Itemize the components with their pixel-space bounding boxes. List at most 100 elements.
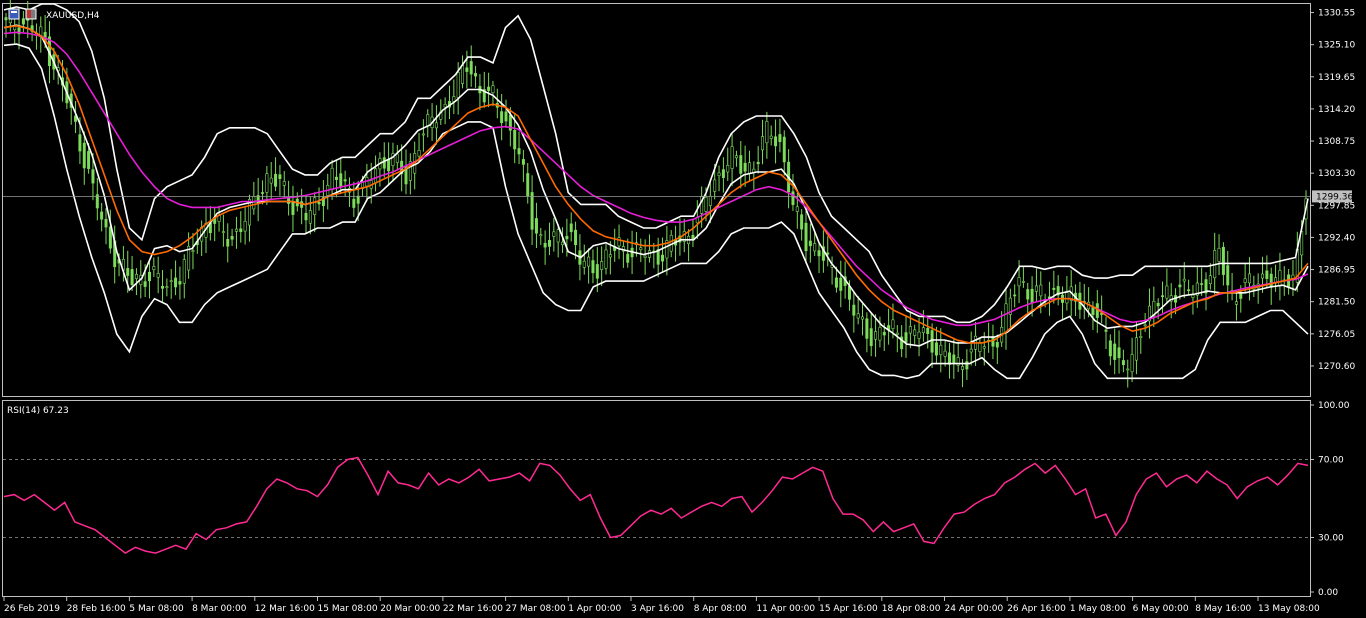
candle-body: [713, 179, 717, 192]
candle-body: [891, 319, 895, 329]
candle-body: [491, 85, 495, 94]
candle-body: [839, 277, 843, 291]
time-tick-label: 15 Mar 08:00: [318, 604, 378, 614]
candle-body: [500, 111, 504, 124]
candle-body: [143, 281, 147, 287]
candle-body: [747, 162, 751, 174]
candle-body: [961, 366, 965, 370]
candle-body: [130, 269, 134, 285]
candle-body: [226, 239, 230, 247]
candle-body: [943, 350, 947, 357]
candle-body: [147, 271, 151, 282]
candle-body: [1039, 284, 1043, 297]
candle-body: [543, 242, 547, 248]
candle-body: [817, 250, 821, 257]
candle-body: [517, 148, 521, 155]
candle-body: [1269, 273, 1273, 288]
candle-body: [261, 192, 265, 194]
candle-body: [878, 327, 882, 341]
candle-body: [456, 72, 460, 98]
candle-body: [1021, 281, 1025, 283]
candle-body: [743, 162, 747, 172]
trading-chart[interactable]: 1330.55 1325.10 1319.65 1314.20 1308.75 1303.…: [0, 0, 1366, 618]
candle-body: [152, 266, 156, 270]
candle-body: [1156, 303, 1160, 307]
candle-body: [1243, 278, 1247, 283]
candle-body: [182, 259, 186, 284]
candle-body: [547, 240, 551, 247]
candle-body: [1278, 270, 1282, 286]
candle-body: [1004, 303, 1008, 333]
time-tick-label: 8 Mar 00:00: [192, 604, 247, 614]
candle-body: [800, 214, 804, 230]
candle-body: [534, 218, 538, 234]
candle-body: [591, 260, 595, 274]
candle-body: [1121, 360, 1125, 366]
candle-body: [778, 134, 782, 142]
candle-body: [1030, 288, 1034, 304]
candle-body: [465, 67, 469, 72]
candle-body: [513, 130, 517, 150]
price-tick-label: 1297.85: [1318, 201, 1355, 211]
symbol-flag-icon-red: [27, 10, 31, 18]
candle-body: [1013, 294, 1017, 297]
candle-body: [434, 122, 438, 129]
candle-body: [569, 223, 573, 233]
candle-body: [926, 327, 930, 335]
candle-body: [417, 150, 421, 157]
candle-body: [1113, 343, 1117, 360]
candle-body: [291, 201, 295, 215]
candle-body: [756, 161, 760, 165]
candle-body: [995, 342, 999, 348]
time-tick-label: 22 Mar 16:00: [443, 604, 503, 614]
candle-body: [930, 330, 934, 353]
candle-body: [952, 354, 956, 364]
candle-body: [1091, 306, 1095, 315]
candle-body: [126, 268, 130, 276]
candle-body: [87, 151, 91, 169]
current-price-tag-label: 1299.36: [1316, 192, 1353, 202]
candle-body: [174, 277, 178, 288]
price-tick-label: 1330.55: [1318, 9, 1355, 19]
candle-body: [78, 134, 82, 152]
time-tick-label: 13 May 08:00: [1258, 604, 1320, 614]
candle-body: [156, 273, 160, 278]
candle-body: [382, 157, 386, 169]
candle-body: [852, 304, 856, 316]
candle-body: [765, 121, 769, 144]
candle-body: [526, 173, 530, 197]
candle-body: [595, 264, 599, 279]
symbol-title: XAUUSD,H4: [46, 11, 100, 21]
candle-body: [343, 179, 347, 182]
candle-body: [726, 165, 730, 173]
candle-body: [856, 313, 860, 319]
price-tick-label: 1303.30: [1318, 169, 1355, 179]
price-tick-label: 1308.75: [1318, 137, 1355, 147]
candle-body: [739, 155, 743, 174]
candle-body: [461, 64, 465, 84]
candle-body: [574, 229, 578, 246]
candle-body: [134, 274, 138, 279]
candle-body: [587, 256, 591, 267]
current-price-tag: 1299.36: [1312, 190, 1353, 203]
price-tick-label: 1314.20: [1318, 105, 1355, 115]
candle-body: [643, 255, 647, 258]
candle-body: [939, 344, 943, 356]
candle-body: [239, 228, 243, 232]
candle-body: [1065, 292, 1069, 304]
candle-body: [769, 135, 773, 139]
candle-body: [982, 346, 986, 349]
candle-body: [521, 159, 525, 165]
candle-body: [552, 231, 556, 237]
candle-body: [356, 195, 360, 204]
candle-body: [934, 342, 938, 356]
candle-body: [813, 243, 817, 252]
candle-body: [169, 280, 173, 283]
candle-body: [530, 192, 534, 230]
candle-body: [504, 111, 508, 122]
candle-body: [1165, 285, 1169, 299]
candle-body: [991, 336, 995, 347]
candle-body: [274, 173, 278, 187]
candle-body: [904, 332, 908, 343]
candle-body: [178, 281, 182, 285]
